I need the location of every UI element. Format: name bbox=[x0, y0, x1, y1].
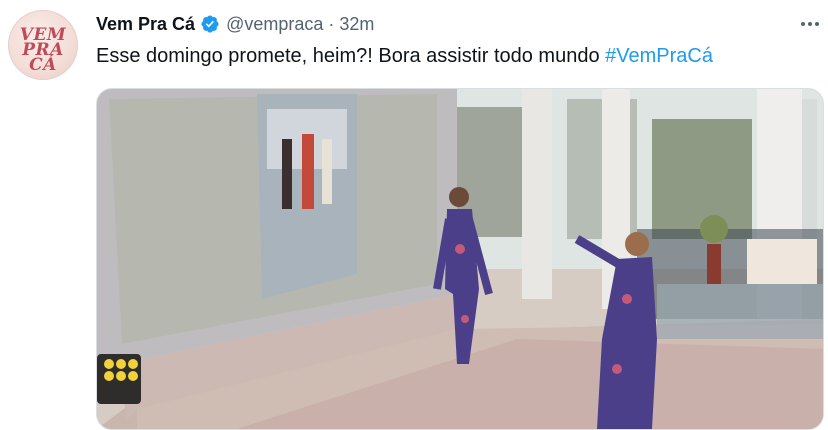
hashtag-link[interactable]: #VemPraCá bbox=[605, 45, 713, 67]
more-options-icon[interactable] bbox=[796, 12, 824, 36]
tweet-text-body: Esse domingo promete, heim?! Bora assist… bbox=[96, 45, 606, 67]
tweet-text: Esse domingo promete, heim?! Bora assist… bbox=[96, 45, 713, 68]
verified-badge-icon bbox=[200, 14, 220, 34]
tweet-avatar[interactable]: VEM PRA CÁ bbox=[8, 10, 78, 80]
display-name[interactable]: Vem Pra Cá bbox=[96, 14, 195, 35]
tweet-header: Vem Pra Cá @vempraca · 32m bbox=[96, 12, 374, 36]
timestamp[interactable]: 32m bbox=[339, 14, 374, 35]
tweet-video[interactable] bbox=[96, 88, 824, 430]
video-frame bbox=[97, 89, 823, 429]
handle[interactable]: @vempraca bbox=[226, 14, 323, 35]
avatar-logo: VEM PRA CÁ bbox=[19, 25, 67, 75]
separator-dot: · bbox=[328, 13, 335, 34]
